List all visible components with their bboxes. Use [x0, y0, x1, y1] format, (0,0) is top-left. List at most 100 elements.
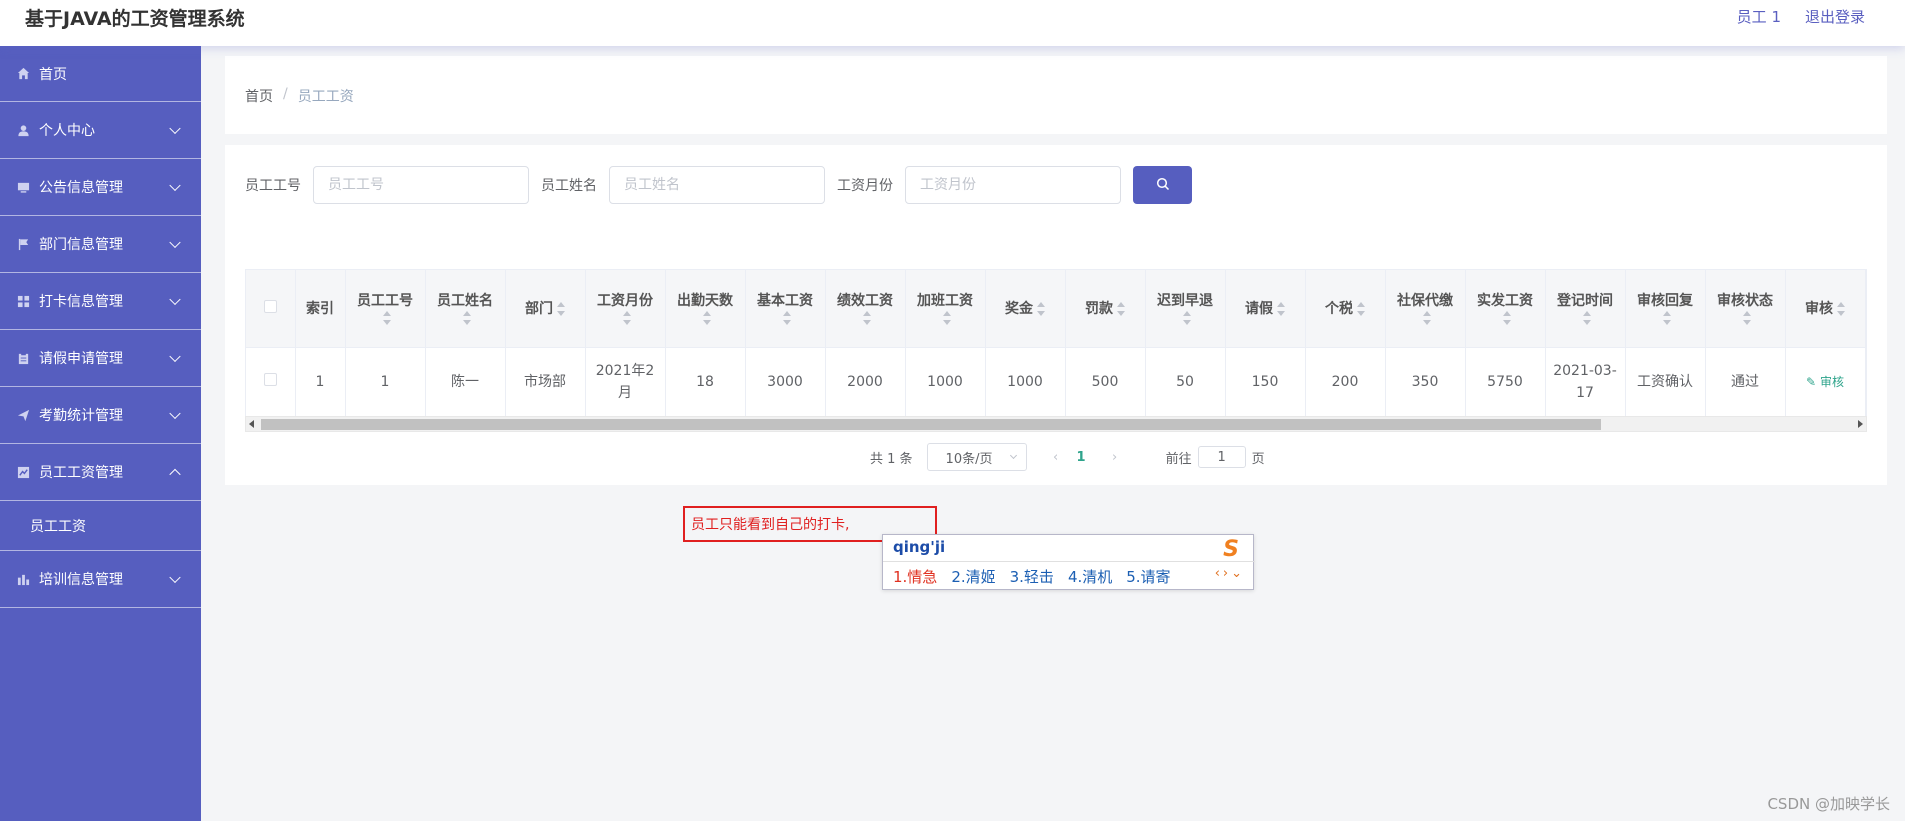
sidebar-menu: 首页 个人中心 公告信息管理 部门信息管理 打卡信息管理 请假申请管理 考勤统计…: [0, 46, 201, 821]
column-header[interactable]: 登记时间: [1545, 270, 1626, 348]
search-bar: 员工工号 员工姓名 工资月份: [245, 166, 1192, 204]
column-header[interactable]: 罚款: [1065, 270, 1146, 348]
audit-button[interactable]: ✎ 审核: [1806, 375, 1844, 389]
next-page-icon[interactable]: ›: [1104, 450, 1126, 465]
current-user-label[interactable]: 员工 1: [1737, 6, 1781, 27]
sort-icon[interactable]: [783, 311, 791, 326]
breadcrumb-home[interactable]: 首页: [245, 86, 273, 106]
sort-icon[interactable]: [1183, 311, 1191, 326]
column-header[interactable]: 部门: [505, 270, 586, 348]
sort-icon[interactable]: [623, 311, 631, 326]
sort-icon[interactable]: [557, 302, 565, 317]
sidebar-item-department[interactable]: 部门信息管理: [0, 216, 201, 273]
ime-candidates: 1.情急 2.清姬 3.轻击 4.清机 5.请寄: [893, 566, 1171, 587]
sidebar-item-checkin[interactable]: 打卡信息管理: [0, 273, 201, 330]
search-button[interactable]: [1133, 166, 1192, 204]
sort-icon[interactable]: [1037, 302, 1045, 317]
salary-table: 索引 员工工号 员工姓名 部门 工资月份 出勤天数 基本工资 绩效工资 加班工资…: [245, 269, 1867, 431]
sidebar-item-leave[interactable]: 请假申请管理: [0, 330, 201, 387]
sort-icon[interactable]: [863, 311, 871, 326]
table-horizontal-scrollbar[interactable]: [245, 416, 1867, 432]
column-header[interactable]: 审核: [1785, 270, 1866, 348]
table-cell: 1000: [905, 347, 986, 417]
sidebar-item-training[interactable]: 培训信息管理: [0, 551, 201, 608]
sidebar-item-personal-center[interactable]: 个人中心: [0, 102, 201, 159]
ime-page-arrows-icon[interactable]: ‹›⌄: [1215, 566, 1245, 581]
prev-page-icon[interactable]: ‹: [1045, 450, 1067, 465]
emp-no-input[interactable]: [313, 166, 529, 204]
column-header[interactable]: 员工姓名: [425, 270, 506, 348]
select-all-checkbox[interactable]: [263, 299, 277, 313]
chevron-down-icon: [169, 236, 181, 249]
row-checkbox[interactable]: [263, 372, 277, 386]
column-header[interactable]: 个税: [1305, 270, 1386, 348]
ime-candidate[interactable]: 5.请寄: [1126, 566, 1170, 587]
column-header[interactable]: 出勤天数: [665, 270, 746, 348]
ime-candidate[interactable]: 1.情急: [893, 566, 937, 587]
sort-icon[interactable]: [1503, 311, 1511, 326]
column-header[interactable]: 迟到早退: [1145, 270, 1226, 348]
column-header[interactable]: 请假: [1225, 270, 1306, 348]
sidebar-item-label: 公告信息管理: [39, 180, 123, 196]
column-header[interactable]: 审核回复: [1625, 270, 1706, 348]
emp-name-input[interactable]: [609, 166, 825, 204]
sort-icon[interactable]: [383, 311, 391, 326]
page-size-value: 10条/页: [945, 451, 993, 467]
sort-icon[interactable]: [943, 311, 951, 326]
sort-icon[interactable]: [1583, 311, 1591, 326]
column-header[interactable]: 工资月份: [585, 270, 666, 348]
flag-icon: [16, 237, 30, 251]
sort-icon[interactable]: [703, 311, 711, 326]
column-header[interactable]: 社保代缴: [1385, 270, 1466, 348]
edit-icon: ✎: [1806, 374, 1817, 389]
logout-link[interactable]: 退出登录: [1805, 6, 1865, 27]
sidebar-item-label: 打卡信息管理: [39, 294, 123, 310]
table-cell: 200: [1305, 347, 1386, 417]
ime-divider: [883, 561, 1255, 562]
table-cell: 350: [1385, 347, 1466, 417]
sidebar-item-attendance[interactable]: 考勤统计管理: [0, 387, 201, 444]
select-all-cell[interactable]: [246, 270, 296, 348]
audit-cell: ✎ 审核: [1785, 347, 1866, 417]
column-header[interactable]: 奖金: [985, 270, 1066, 348]
column-header[interactable]: 员工工号: [345, 270, 426, 348]
sort-icon[interactable]: [1743, 311, 1751, 326]
bar-icon: [16, 572, 30, 586]
scroll-thumb[interactable]: [261, 419, 1601, 430]
column-header[interactable]: 审核状态: [1705, 270, 1786, 348]
sidebar-item-salary[interactable]: 员工工资管理: [0, 444, 201, 501]
column-header[interactable]: 绩效工资: [825, 270, 906, 348]
sort-icon[interactable]: [1277, 302, 1285, 317]
sidebar-subitem-employee-salary[interactable]: 员工工资: [0, 501, 201, 551]
sort-icon[interactable]: [1423, 311, 1431, 326]
sidebar-item-label: 员工工资管理: [39, 465, 123, 481]
sort-icon[interactable]: [1837, 302, 1845, 317]
sidebar-item-home[interactable]: 首页: [0, 46, 201, 102]
page-size-select[interactable]: 10条/页: [926, 443, 1027, 471]
chevron-down-icon: [169, 571, 181, 584]
column-header[interactable]: 基本工资: [745, 270, 826, 348]
sort-icon[interactable]: [463, 311, 471, 326]
page-number-current[interactable]: 1: [1077, 450, 1086, 465]
sort-icon[interactable]: [1117, 302, 1125, 317]
table-cell: 500: [1065, 347, 1146, 417]
emp-name-label: 员工姓名: [541, 178, 597, 194]
table-cell: 18: [665, 347, 746, 417]
table-cell: 2000: [825, 347, 906, 417]
home-icon: [16, 67, 30, 81]
ime-candidate[interactable]: 2.清姬: [951, 566, 995, 587]
scroll-left-icon[interactable]: [249, 420, 254, 428]
sort-icon[interactable]: [1357, 302, 1365, 317]
sidebar-item-notice[interactable]: 公告信息管理: [0, 159, 201, 216]
ime-candidate[interactable]: 3.轻击: [1010, 566, 1054, 587]
table-cell: 3000: [745, 347, 826, 417]
sort-icon[interactable]: [1663, 311, 1671, 326]
scroll-right-icon[interactable]: [1858, 420, 1863, 428]
ime-candidate[interactable]: 4.清机: [1068, 566, 1112, 587]
breadcrumb-current: 员工工资: [297, 89, 354, 105]
column-header[interactable]: 实发工资: [1465, 270, 1546, 348]
row-select-cell[interactable]: [246, 347, 296, 417]
salary-month-input[interactable]: [905, 166, 1121, 204]
goto-page-input[interactable]: [1197, 446, 1246, 468]
column-header[interactable]: 加班工资: [905, 270, 986, 348]
